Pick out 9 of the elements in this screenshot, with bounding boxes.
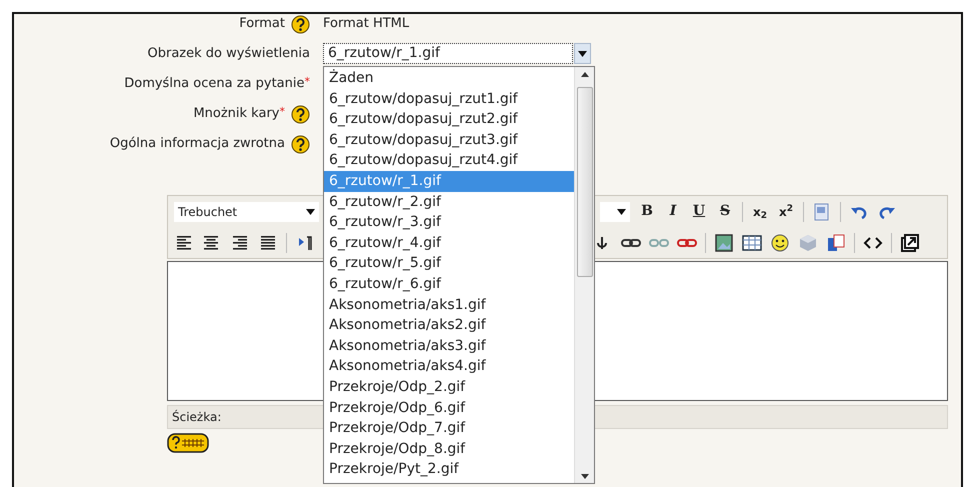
path-label: Ścieżka:	[172, 410, 222, 424]
field-label: Ogólna informacja zwrotna	[110, 135, 285, 154]
field-label: Format	[239, 15, 285, 34]
field-label: Mnożnik kary	[193, 105, 280, 124]
required-mark: *	[304, 74, 310, 90]
field-label: Domyślna ocena za pytanie	[124, 75, 304, 94]
field-label: Obrazek do wyświetlenia	[148, 45, 310, 64]
required-mark: *	[280, 104, 285, 120]
field-value: Format HTML	[323, 15, 410, 34]
